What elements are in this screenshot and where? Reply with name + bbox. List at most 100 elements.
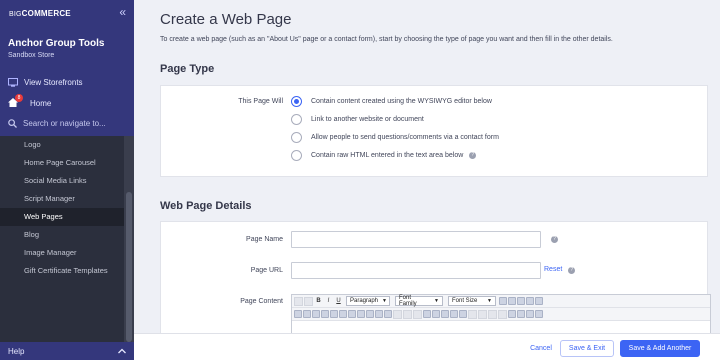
page-type-heading: Page Type [160, 63, 215, 75]
radio-button[interactable] [291, 114, 302, 125]
replace-icon[interactable] [348, 310, 356, 318]
format-select-value: Paragraph [350, 298, 379, 304]
save-add-another-button[interactable]: Save & Add Another [620, 340, 700, 357]
html-source-icon[interactable] [535, 310, 543, 318]
sidebar-item-home-page-carousel[interactable]: Home Page Carousel [0, 154, 124, 172]
underline-button[interactable]: U [334, 297, 343, 306]
align-right-icon[interactable] [517, 297, 525, 305]
align-justify-icon[interactable] [526, 297, 534, 305]
redo-icon[interactable] [304, 296, 313, 306]
text-color-icon[interactable] [508, 310, 516, 318]
table-col-icon[interactable] [488, 309, 497, 319]
main-content: Create a Web Page To create a web page (… [134, 0, 720, 360]
font-family-select[interactable]: Font Family ▼ [395, 295, 443, 307]
bold-button[interactable]: B [314, 297, 323, 306]
help-icon[interactable]: ? [469, 152, 477, 159]
font-size-select[interactable]: Font Size ▼ [448, 296, 496, 306]
sidebar-item-web-pages[interactable]: Web Pages [0, 208, 124, 226]
bigcommerce-logo[interactable]: BIGCOMMERCE [9, 9, 71, 18]
media-icon[interactable] [459, 310, 467, 318]
help-label: Help [8, 346, 25, 356]
undo-icon[interactable] [294, 296, 303, 306]
anchor-icon[interactable] [423, 310, 431, 318]
page-url-label: Page URL [250, 267, 283, 274]
cleanup-icon[interactable] [441, 310, 449, 318]
dropdown-arrow-icon: ▼ [382, 298, 387, 304]
view-storefronts-link[interactable]: View Storefronts [8, 78, 83, 87]
editor-toolbar-row-2 [292, 308, 710, 321]
bullet-list-icon[interactable] [357, 310, 365, 318]
outdent-icon[interactable] [375, 310, 383, 318]
radio-option-wysiwyg[interactable]: Contain content created using the WYSIWY… [291, 96, 492, 107]
unlink-icon[interactable] [413, 309, 422, 319]
styles-icon[interactable] [535, 297, 543, 305]
image-icon[interactable] [432, 310, 440, 318]
table-cell-icon[interactable] [498, 309, 507, 319]
paste-icon[interactable] [312, 310, 320, 318]
horizontal-rule-icon[interactable] [526, 310, 534, 318]
sidebar-item-image-manager[interactable]: Image Manager [0, 244, 124, 262]
cut-icon[interactable] [294, 310, 302, 318]
radio-button[interactable] [291, 132, 302, 143]
radio-button[interactable] [291, 150, 302, 161]
editor-toolbar-row-1: B I U Paragraph ▼ Font Family ▼ Font Size ▼ [292, 295, 710, 308]
sidebar-item-gift-certificate-templates[interactable]: Gift Certificate Templates [0, 262, 124, 280]
page-url-input[interactable] [291, 262, 541, 279]
indent-icon[interactable] [384, 310, 392, 318]
home-link[interactable]: 8 Home [8, 94, 52, 109]
sidebar: BIGCOMMERCE « Anchor Group Tools Sandbox… [0, 0, 134, 360]
align-center-icon[interactable] [508, 297, 516, 305]
sidebar-item-social-media-links[interactable]: Social Media Links [0, 172, 124, 190]
copy-icon[interactable] [303, 310, 311, 318]
help-bar[interactable]: Help [0, 342, 134, 360]
radio-option-link[interactable]: Link to another website or document [291, 114, 424, 125]
blockquote-icon[interactable] [393, 309, 402, 319]
sidebar-scrollbar[interactable] [124, 136, 134, 342]
storefront-icon [8, 78, 18, 87]
code-icon[interactable] [450, 310, 458, 318]
radio-label-link: Link to another website or document [311, 116, 424, 123]
numbered-list-icon[interactable] [366, 310, 374, 318]
page-url-help-icon[interactable]: ? [568, 267, 576, 274]
page-type-card: This Page Will Contain content created u… [160, 85, 708, 177]
paste-text-icon[interactable] [321, 310, 329, 318]
italic-button[interactable]: I [324, 297, 333, 306]
sidebar-search[interactable]: Search or navigate to... [8, 119, 106, 128]
sidebar-item-logo[interactable]: Logo [0, 136, 124, 154]
radio-label-wysiwyg: Contain content created using the WYSIWY… [311, 98, 492, 105]
cancel-button[interactable]: Cancel [526, 340, 556, 357]
page-name-input[interactable] [291, 231, 541, 248]
radio-option-contact-form[interactable]: Allow people to send questions/comments … [291, 132, 499, 143]
notification-badge: 8 [15, 94, 23, 102]
sidebar-brand-block: BIGCOMMERCE « Anchor Group Tools Sandbox… [0, 0, 134, 136]
radio-option-raw-html[interactable]: Contain raw HTML entered in the text are… [291, 150, 477, 161]
format-select[interactable]: Paragraph ▼ [346, 296, 390, 306]
sidebar-subnav: Logo Home Page Carousel Social Media Lin… [0, 136, 124, 342]
store-subtitle: Sandbox Store [8, 52, 55, 59]
page-content-label: Page Content [240, 298, 283, 305]
page-name-help-icon[interactable]: ? [551, 236, 558, 243]
table-row-icon[interactable] [478, 309, 487, 319]
store-name: Anchor Group Tools [8, 38, 105, 49]
align-left-icon[interactable] [499, 297, 507, 305]
page-title: Create a Web Page [160, 11, 292, 28]
link-icon[interactable] [403, 309, 412, 319]
collapse-sidebar-icon[interactable]: « [119, 5, 126, 19]
save-exit-button[interactable]: Save & Exit [560, 340, 614, 357]
logo-prefix: BIG [9, 11, 22, 18]
sidebar-item-blog[interactable]: Blog [0, 226, 124, 244]
sidebar-scroll-thumb[interactable] [126, 192, 132, 342]
highlight-color-icon[interactable] [517, 310, 525, 318]
web-page-details-card: Page Name ? Page URL Reset? Page Content… [160, 221, 711, 354]
paste-word-icon[interactable] [330, 310, 338, 318]
find-icon[interactable] [339, 310, 347, 318]
reset-url-link[interactable]: Reset? [544, 266, 576, 274]
radio-button-selected[interactable] [291, 96, 302, 107]
search-icon [8, 119, 17, 128]
sidebar-item-script-manager[interactable]: Script Manager [0, 190, 124, 208]
action-footer: Cancel Save & Exit Save & Add Another [134, 333, 720, 360]
home-label: Home [30, 99, 52, 108]
table-icon[interactable] [468, 309, 477, 319]
dropdown-arrow-icon: ▼ [487, 298, 492, 304]
radio-label-raw-html: Contain raw HTML entered in the text are… [311, 152, 464, 159]
